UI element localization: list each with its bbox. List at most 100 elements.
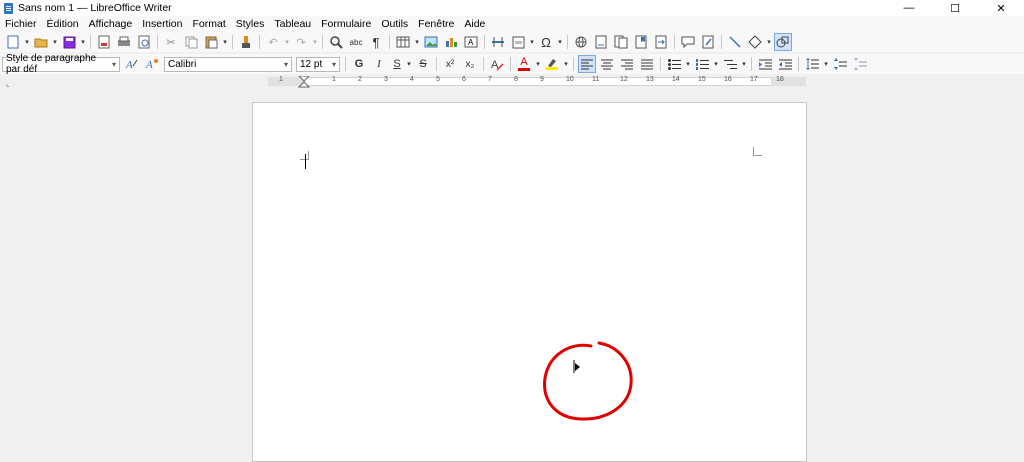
draw-functions-icon[interactable] — [774, 33, 792, 51]
insert-textbox-icon[interactable]: A — [462, 33, 480, 51]
toolbar-separator — [483, 57, 484, 71]
paste-icon[interactable] — [202, 33, 220, 51]
tab-stop-selector[interactable]: ⌞ — [6, 80, 9, 88]
indent-marker-icon[interactable] — [298, 76, 312, 88]
strikethrough-button[interactable]: S — [414, 55, 432, 73]
menu-format[interactable]: Format — [188, 18, 231, 30]
cross-reference-icon[interactable] — [652, 33, 670, 51]
chevron-down-icon[interactable]: ▾ — [528, 38, 536, 46]
maximize-button[interactable]: ☐ — [932, 0, 978, 16]
highlight-color-button[interactable] — [543, 55, 561, 73]
menu-outils[interactable]: Outils — [376, 18, 413, 30]
chevron-down-icon[interactable]: ▾ — [283, 38, 291, 46]
document-page[interactable] — [252, 102, 807, 462]
chevron-down-icon[interactable]: ▾ — [740, 60, 748, 68]
align-left-icon[interactable] — [578, 55, 596, 73]
chevron-down-icon[interactable]: ▾ — [712, 60, 720, 68]
formatting-marks-icon[interactable]: ¶ — [367, 33, 385, 51]
subscript-button[interactable]: x₂ — [461, 55, 479, 73]
bold-button[interactable]: G — [350, 55, 368, 73]
ruler-tick-label: 7 — [488, 76, 492, 83]
chevron-down-icon[interactable]: ▾ — [765, 38, 773, 46]
font-name-select[interactable]: Calibri ▾ — [164, 56, 292, 72]
redo-icon[interactable]: ↷ — [292, 33, 310, 51]
bullet-list-icon[interactable] — [665, 55, 683, 73]
increase-indent-icon[interactable] — [756, 55, 774, 73]
chevron-down-icon[interactable]: ▾ — [556, 38, 564, 46]
align-center-icon[interactable] — [598, 55, 616, 73]
ruler-tick-label: 1 — [279, 76, 283, 83]
menu-insertion[interactable]: Insertion — [137, 18, 187, 30]
new-document-icon[interactable] — [4, 33, 22, 51]
print-preview-icon[interactable] — [135, 33, 153, 51]
clear-formatting-icon[interactable]: A — [488, 55, 506, 73]
toolbar-separator — [567, 35, 568, 49]
menu-affichage[interactable]: Affichage — [84, 18, 138, 30]
menu-fenetre[interactable]: Fenêtre — [413, 18, 459, 30]
font-size-select[interactable]: 12 pt ▾ — [296, 56, 340, 72]
justify-icon[interactable] — [638, 55, 656, 73]
save-icon[interactable] — [60, 33, 78, 51]
menu-aide[interactable]: Aide — [459, 18, 490, 30]
align-right-icon[interactable] — [618, 55, 636, 73]
decrease-indent-icon[interactable] — [776, 55, 794, 73]
chevron-down-icon[interactable]: ▾ — [51, 38, 59, 46]
outline-list-icon[interactable] — [721, 55, 739, 73]
italic-button[interactable]: I — [370, 55, 388, 73]
svg-text:A: A — [468, 38, 474, 47]
chevron-down-icon[interactable]: ▾ — [684, 60, 692, 68]
bookmark-icon[interactable] — [632, 33, 650, 51]
page-break-icon[interactable] — [489, 33, 507, 51]
find-replace-icon[interactable] — [327, 33, 345, 51]
menu-formulaire[interactable]: Formulaire — [316, 18, 376, 30]
menu-tableau[interactable]: Tableau — [269, 18, 316, 30]
spelling-icon[interactable]: abc — [347, 33, 365, 51]
hyperlink-icon[interactable] — [572, 33, 590, 51]
menu-fichier[interactable]: Fichier — [0, 18, 42, 30]
basic-shapes-icon[interactable] — [746, 33, 764, 51]
insert-image-icon[interactable] — [422, 33, 440, 51]
endnote-icon[interactable] — [612, 33, 630, 51]
insert-chart-icon[interactable] — [442, 33, 460, 51]
toolbar-separator — [90, 35, 91, 49]
chevron-down-icon[interactable]: ▾ — [221, 38, 229, 46]
clone-formatting-icon[interactable] — [237, 33, 255, 51]
numbered-list-icon[interactable] — [693, 55, 711, 73]
ruler-tick-label: 15 — [698, 76, 706, 83]
cut-icon[interactable]: ✂ — [162, 33, 180, 51]
minimize-button[interactable]: — — [886, 0, 932, 16]
chevron-down-icon[interactable]: ▾ — [311, 38, 319, 46]
insert-table-icon[interactable] — [394, 33, 412, 51]
export-pdf-icon[interactable] — [95, 33, 113, 51]
menu-edition[interactable]: Édition — [42, 18, 84, 30]
font-color-button[interactable]: A — [515, 55, 533, 73]
superscript-button[interactable]: x² — [441, 55, 459, 73]
undo-icon[interactable]: ↶ — [264, 33, 282, 51]
print-icon[interactable] — [115, 33, 133, 51]
paragraph-spacing-decrease-icon[interactable] — [851, 55, 869, 73]
chevron-down-icon[interactable]: ▾ — [562, 60, 570, 68]
chevron-down-icon[interactable]: ▾ — [405, 60, 413, 68]
new-style-icon[interactable]: A — [143, 55, 161, 73]
underline-button[interactable]: S — [390, 55, 404, 73]
chevron-down-icon[interactable]: ▾ — [534, 60, 542, 68]
update-style-icon[interactable]: A — [123, 55, 141, 73]
paragraph-style-select[interactable]: Style de paragraphe par déf ▾ — [2, 53, 120, 75]
copy-icon[interactable] — [182, 33, 200, 51]
track-changes-icon[interactable] — [699, 33, 717, 51]
chevron-down-icon[interactable]: ▾ — [822, 60, 830, 68]
close-button[interactable]: ✕ — [978, 0, 1024, 16]
annotation-circle — [543, 341, 633, 421]
comment-icon[interactable] — [679, 33, 697, 51]
insert-line-icon[interactable] — [726, 33, 744, 51]
open-folder-icon[interactable] — [32, 33, 50, 51]
insert-field-icon[interactable] — [509, 33, 527, 51]
chevron-down-icon[interactable]: ▾ — [413, 38, 421, 46]
chevron-down-icon[interactable]: ▾ — [79, 38, 87, 46]
paragraph-spacing-increase-icon[interactable] — [831, 55, 849, 73]
line-spacing-icon[interactable] — [803, 55, 821, 73]
menu-styles[interactable]: Styles — [231, 18, 270, 30]
chevron-down-icon[interactable]: ▾ — [23, 38, 31, 46]
special-character-icon[interactable]: Ω — [537, 33, 555, 51]
footnote-icon[interactable] — [592, 33, 610, 51]
